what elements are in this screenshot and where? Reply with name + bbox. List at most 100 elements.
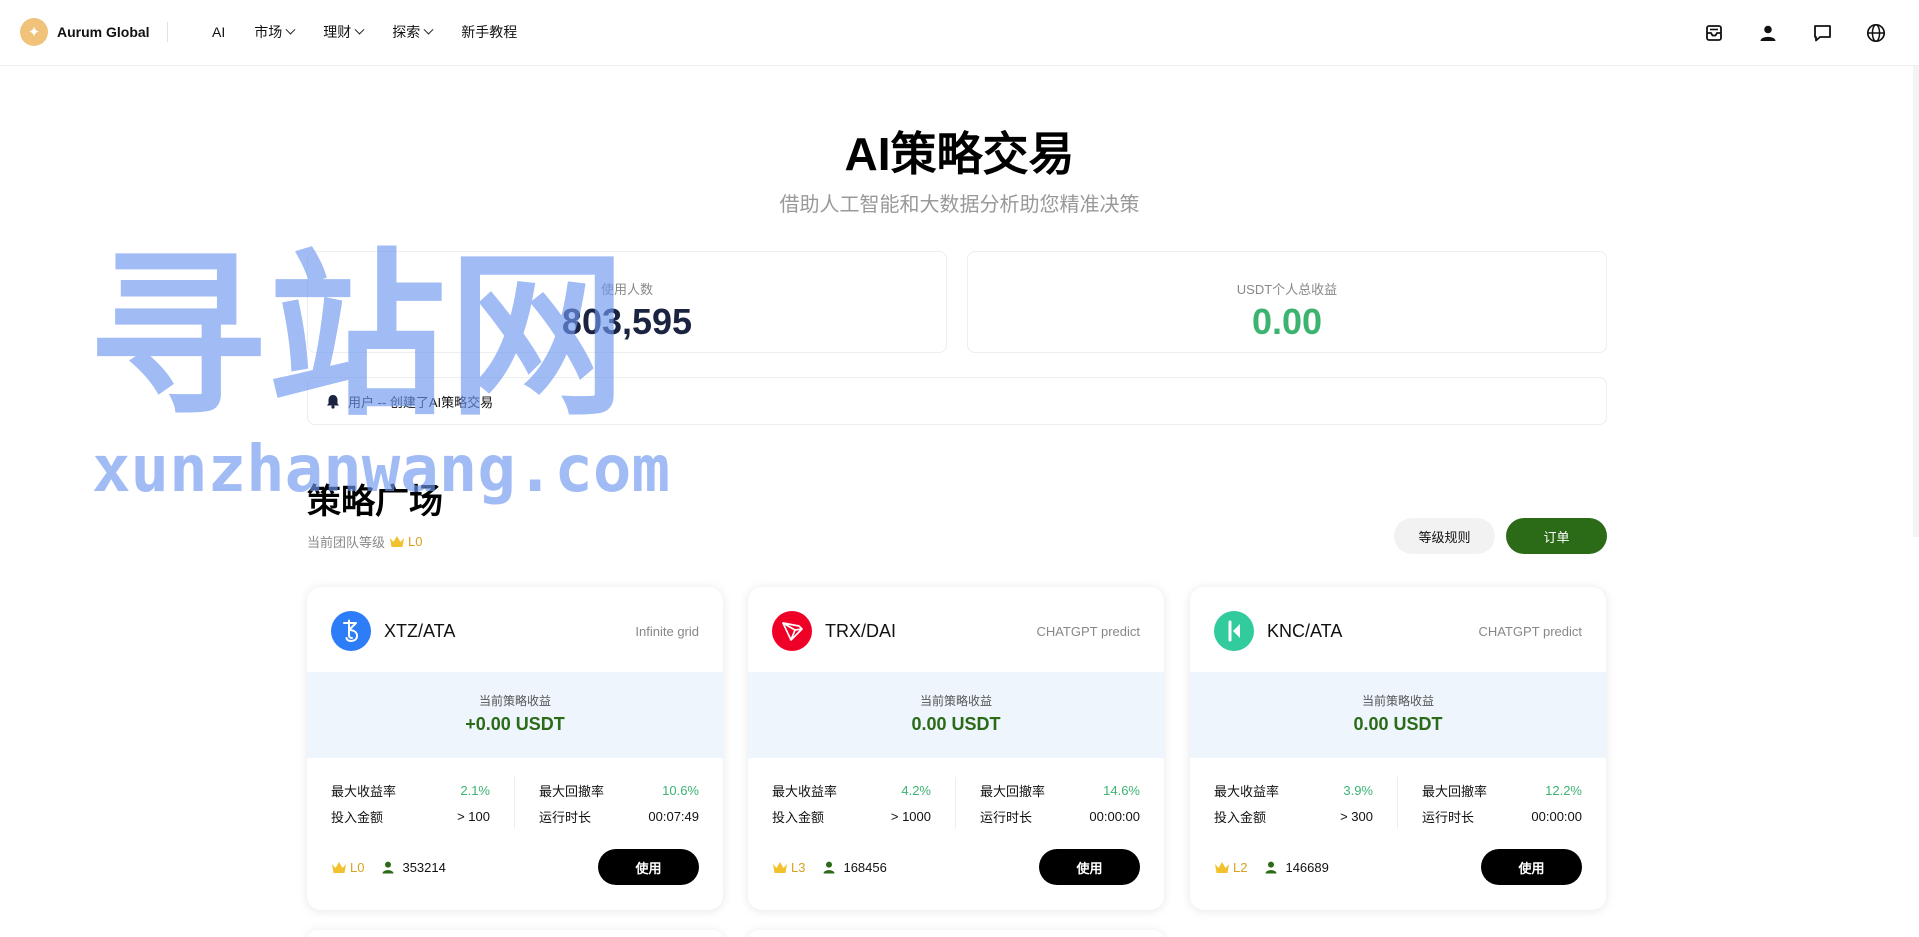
profit-box: 当前策略收益 +0.00 USDT bbox=[307, 672, 723, 758]
profit-stat-label: USDT个人总收益 bbox=[1236, 282, 1338, 297]
chevron-down-icon bbox=[423, 24, 434, 35]
max-return-row: 最大收益率 4.2% bbox=[772, 777, 931, 803]
strategy-card-partial[interactable] bbox=[748, 930, 1164, 937]
level-rules-button[interactable]: 等级规则 bbox=[1394, 518, 1495, 554]
crown-icon bbox=[773, 861, 787, 873]
strategy-card[interactable]: TRX/DAI CHATGPT predict 当前策略收益 0.00 USDT… bbox=[748, 587, 1164, 910]
user-icon bbox=[1265, 861, 1277, 873]
nav-item-finance[interactable]: 理财 bbox=[323, 22, 365, 42]
nav-item-ai[interactable]: AI bbox=[212, 22, 225, 42]
chevron-down-icon bbox=[354, 24, 365, 35]
chat-icon[interactable] bbox=[1809, 20, 1835, 46]
required-level: L3 bbox=[791, 859, 806, 875]
invest-row: 投入金额 > 100 bbox=[331, 803, 490, 829]
runtime-row: 运行时长 00:07:49 bbox=[539, 803, 699, 829]
runtime-label: 运行时长 bbox=[539, 809, 592, 825]
stats-col: 最大收益率 2.1% 投入金额 > 100 bbox=[331, 777, 515, 829]
max-return-label: 最大收益率 bbox=[1214, 783, 1280, 799]
max-return-row: 最大收益率 3.9% bbox=[1214, 777, 1373, 803]
invest-value: > 1000 bbox=[890, 808, 931, 824]
card-header: KNC/ATA CHATGPT predict bbox=[1214, 611, 1582, 651]
brand-divider bbox=[167, 22, 168, 42]
nav-item-label: 新手教程 bbox=[461, 24, 518, 40]
card-header: XTZ/ATA Infinite grid bbox=[331, 611, 699, 651]
nav-item-label: 市场 bbox=[254, 24, 283, 40]
card-footer: L3 168456 使用 bbox=[772, 849, 1140, 885]
max-drawdown-label: 最大回撤率 bbox=[980, 783, 1046, 799]
trading-pair: KNC/ATA bbox=[1267, 620, 1343, 641]
crown-icon bbox=[390, 536, 405, 547]
stats-col: 最大回撤率 12.2% 运行时长 00:00:00 bbox=[1398, 777, 1582, 829]
user-icon[interactable] bbox=[1755, 20, 1781, 46]
stats-col: 最大收益率 3.9% 投入金额 > 300 bbox=[1214, 777, 1398, 829]
globe-icon[interactable] bbox=[1863, 20, 1889, 46]
stats-col: 最大收益率 4.2% 投入金额 > 1000 bbox=[772, 777, 956, 829]
brand[interactable]: ✦ Aurum Global bbox=[20, 18, 150, 46]
runtime-value: 00:00:00 bbox=[1089, 808, 1140, 824]
profit-stat-card: USDT个人总收益 0.00 bbox=[967, 251, 1607, 353]
card-footer: L0 353214 使用 bbox=[331, 849, 699, 885]
profit-value: +0.00 USDT bbox=[465, 714, 565, 734]
user-count: 146689 bbox=[1265, 860, 1329, 875]
nav-item-market[interactable]: 市场 bbox=[254, 22, 296, 42]
main-nav: AI 市场 理财 探索 新手教程 bbox=[212, 22, 546, 42]
invest-value: > 100 bbox=[457, 808, 490, 824]
watermark-en: xunzhanwang.com bbox=[92, 433, 670, 507]
nav-item-label: 探索 bbox=[392, 24, 421, 40]
max-return-value: 3.9% bbox=[1343, 782, 1373, 798]
user-icon bbox=[823, 861, 835, 873]
profit-label: 当前策略收益 bbox=[478, 694, 551, 708]
inbox-icon[interactable] bbox=[1701, 20, 1727, 46]
user-count-value: 353214 bbox=[402, 859, 446, 875]
strategy-card[interactable]: KNC/ATA CHATGPT predict 当前策略收益 0.00 USDT… bbox=[1190, 587, 1606, 910]
user-count: 168456 bbox=[823, 860, 887, 875]
required-level: L2 bbox=[1233, 859, 1248, 875]
knc-coin-icon bbox=[1214, 611, 1254, 651]
watermark-cn: 寻站网 bbox=[88, 233, 628, 440]
brand-name: Aurum Global bbox=[57, 24, 150, 40]
orders-button[interactable]: 订单 bbox=[1506, 518, 1607, 554]
max-return-value: 2.1% bbox=[460, 782, 490, 798]
max-drawdown-row: 最大回撤率 14.6% bbox=[980, 777, 1140, 803]
invest-row: 投入金额 > 300 bbox=[1214, 803, 1373, 829]
max-return-label: 最大收益率 bbox=[772, 783, 838, 799]
page-title: AI策略交易 bbox=[844, 128, 1075, 180]
required-level: L0 bbox=[350, 859, 365, 875]
max-drawdown-value: 14.6% bbox=[1103, 782, 1140, 798]
nav-item-label: 理财 bbox=[323, 24, 352, 40]
invest-value: > 300 bbox=[1340, 808, 1373, 824]
user-count: 353214 bbox=[382, 859, 446, 875]
profit-label: 当前策略收益 bbox=[919, 694, 992, 708]
trading-pair: XTZ/ATA bbox=[384, 620, 456, 641]
strategy-card-partial[interactable] bbox=[307, 930, 723, 937]
use-strategy-button[interactable]: 使用 bbox=[1039, 849, 1140, 885]
runtime-label: 运行时长 bbox=[1422, 809, 1475, 825]
card-footer: L2 146689 使用 bbox=[1214, 849, 1582, 885]
runtime-value: 00:00:00 bbox=[1531, 808, 1582, 824]
runtime-value: 00:07:49 bbox=[648, 808, 699, 824]
profit-value: 0.00 USDT bbox=[911, 714, 1001, 734]
invest-label: 投入金额 bbox=[1214, 809, 1267, 825]
max-drawdown-label: 最大回撤率 bbox=[1422, 783, 1488, 799]
trx-coin-icon bbox=[772, 611, 812, 651]
team-level: 当前团队等级 L0 bbox=[307, 532, 422, 551]
profit-box: 当前策略收益 0.00 USDT bbox=[1190, 672, 1606, 758]
max-drawdown-value: 12.2% bbox=[1545, 782, 1582, 798]
crown-icon bbox=[332, 861, 346, 873]
use-strategy-button[interactable]: 使用 bbox=[598, 849, 699, 885]
crown-icon bbox=[1215, 861, 1229, 873]
max-return-label: 最大收益率 bbox=[331, 783, 397, 799]
nav-item-explore[interactable]: 探索 bbox=[392, 22, 434, 42]
nav-item-tutorial[interactable]: 新手教程 bbox=[461, 22, 517, 42]
stats-col: 最大回撤率 14.6% 运行时长 00:00:00 bbox=[956, 777, 1140, 829]
max-drawdown-value: 10.6% bbox=[662, 782, 699, 798]
invest-label: 投入金额 bbox=[331, 809, 384, 825]
team-level-label: 当前团队等级 bbox=[307, 535, 386, 550]
xtz-coin-icon bbox=[331, 611, 371, 651]
card-stats: 最大收益率 4.2% 投入金额 > 1000 最大回撤率 14.6% 运行时长 00:0… bbox=[772, 777, 1140, 829]
strategy-card[interactable]: XTZ/ATA Infinite grid 当前策略收益 +0.00 USDT … bbox=[307, 587, 723, 910]
card-stats: 最大收益率 2.1% 投入金额 > 100 最大回撤率 10.6% 运行时长 00:07… bbox=[331, 777, 699, 829]
invest-row: 投入金额 > 1000 bbox=[772, 803, 931, 829]
use-strategy-button[interactable]: 使用 bbox=[1481, 849, 1582, 885]
profit-value: 0.00 USDT bbox=[1353, 714, 1443, 734]
